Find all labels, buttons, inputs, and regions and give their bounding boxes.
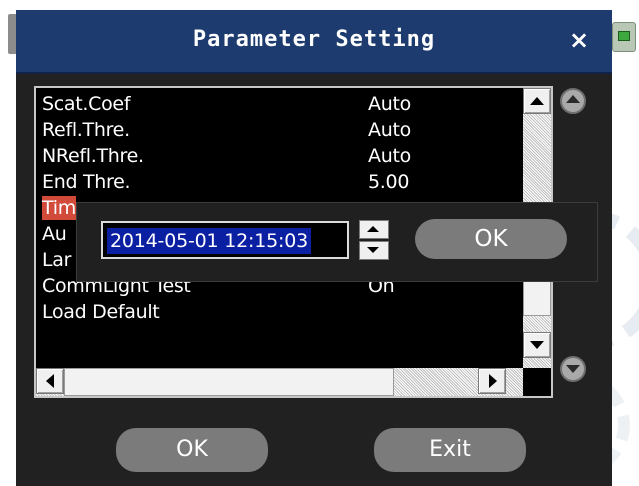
list-item-label: Load Default bbox=[42, 301, 160, 323]
list-item-label: Tim bbox=[42, 196, 76, 220]
list-item-value: 5.00 bbox=[368, 171, 410, 193]
list-item-label: Au bbox=[42, 223, 67, 245]
arrow-right-icon bbox=[489, 374, 497, 388]
list-item-value: Auto bbox=[368, 145, 411, 167]
datetime-popup: 2014-05-01 12:15:03 OK bbox=[76, 202, 598, 282]
dialog-title: Parameter Setting bbox=[192, 27, 436, 52]
background-left-tab bbox=[8, 14, 16, 54]
datetime-value: 2014-05-01 12:15:03 bbox=[107, 228, 311, 254]
arrow-up-icon bbox=[566, 95, 580, 103]
parameter-setting-dialog: Parameter Setting × Scat.Coef Auto Refl.… bbox=[16, 10, 612, 486]
exit-button[interactable]: Exit bbox=[374, 428, 526, 472]
arrow-down-icon bbox=[530, 341, 544, 349]
datetime-input[interactable]: 2014-05-01 12:15:03 bbox=[101, 221, 349, 259]
scroll-up-button[interactable] bbox=[523, 88, 551, 114]
background-left-strip bbox=[0, 0, 16, 486]
list-item-label: Scat.Coef bbox=[42, 93, 131, 115]
list-item-label: End Thre. bbox=[42, 171, 131, 193]
scroll-down-button[interactable] bbox=[523, 332, 551, 358]
datetime-increment-button[interactable] bbox=[359, 220, 389, 239]
list-item-value: Auto bbox=[368, 93, 411, 115]
list-item-label: Lar bbox=[42, 249, 72, 271]
popup-ok-button[interactable]: OK bbox=[415, 219, 567, 259]
arrow-left-icon bbox=[46, 374, 54, 388]
page-down-button[interactable] bbox=[560, 356, 586, 382]
scroll-left-button[interactable] bbox=[36, 368, 64, 394]
arrow-up-icon bbox=[367, 226, 379, 232]
scroll-right-button[interactable] bbox=[478, 368, 506, 394]
close-button[interactable]: × bbox=[564, 25, 594, 55]
list-item-value: Auto bbox=[368, 119, 411, 141]
arrow-down-icon bbox=[566, 365, 580, 373]
ok-button[interactable]: OK bbox=[116, 428, 268, 472]
close-icon: × bbox=[568, 26, 590, 54]
list-item-label: Refl.Thre. bbox=[42, 119, 130, 141]
horizontal-scroll-thumb[interactable] bbox=[64, 368, 394, 396]
horizontal-scrollbar[interactable] bbox=[36, 368, 523, 396]
arrow-down-icon bbox=[367, 247, 379, 253]
datetime-decrement-button[interactable] bbox=[359, 241, 389, 260]
title-bar: Parameter Setting × bbox=[16, 10, 612, 74]
battery-icon bbox=[612, 22, 636, 52]
page-up-button[interactable] bbox=[560, 88, 586, 114]
list-item-label: NRefl.Thre. bbox=[42, 145, 144, 167]
scrollbar-corner bbox=[523, 368, 551, 396]
battery-level-icon bbox=[618, 31, 630, 41]
arrow-up-icon bbox=[530, 97, 544, 105]
